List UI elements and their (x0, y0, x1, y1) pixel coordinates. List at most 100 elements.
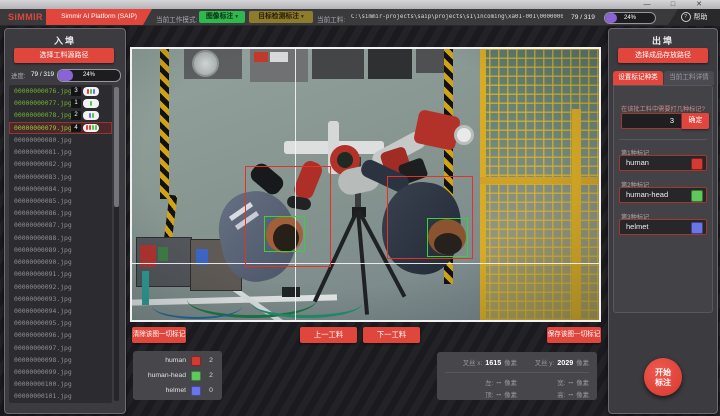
file-list-item[interactable]: 00000000089.jpg (9, 244, 112, 256)
file-name: 00000000089.jpg (14, 244, 72, 256)
file-name: 00000000093.jpg (14, 293, 72, 305)
legend-color-chip (191, 371, 201, 381)
progress-counter: 79 / 319 (31, 71, 54, 78)
file-list-item[interactable]: 00000000092.jpg (9, 281, 112, 293)
file-name: 00000000097.jpg (14, 342, 72, 354)
stat-cell: 叉丝 y:2029像素 (517, 355, 589, 370)
file-name: 00000000079.jpg (14, 122, 72, 134)
file-name: 00000000085.jpg (14, 195, 72, 207)
cursor-stats-panel: 叉丝 x:1615像素叉丝 y:2029像素 左:--像素宽:--像素顶:--像… (437, 352, 597, 400)
minimize-button[interactable]: — (636, 0, 658, 9)
stat-value: -- (568, 378, 573, 387)
file-list-item[interactable]: 00000000098.jpg (9, 354, 112, 366)
file-list-item[interactable]: 00000000100.jpg (9, 378, 112, 390)
file-annotation-count: 1 (71, 99, 81, 108)
file-list-item[interactable]: 00000000101.jpg (9, 390, 112, 402)
file-list-item[interactable]: 00000000094.jpg (9, 305, 112, 317)
file-list-item[interactable]: 00000000086.jpg (9, 207, 112, 219)
legend-class-name: human-head (133, 372, 186, 379)
file-list-item[interactable]: 00000000090.jpg (9, 256, 112, 268)
file-list-item[interactable]: 00000000080.jpg (9, 134, 112, 146)
mark-type-value: human (626, 156, 649, 170)
stat-unit: 像素 (576, 390, 589, 399)
os-titlebar: — □ ✕ (0, 0, 720, 9)
legend-class-name: human (133, 357, 186, 364)
progress-percent: 24% (58, 70, 120, 81)
divider (619, 139, 707, 140)
file-name: 00000000082.jpg (14, 158, 72, 170)
file-list-item[interactable]: 00000000093.jpg (9, 293, 112, 305)
file-list-item[interactable]: 00000000096.jpg (9, 329, 112, 341)
image-annotation-mode-dropdown[interactable]: 图像标注▾ (199, 11, 245, 23)
file-name: 00000000080.jpg (14, 134, 72, 146)
import-panel: 入埠 选择工料源路径 进度: 79 / 319 24% 00000000076.… (4, 28, 126, 414)
start-button-line1: 开始 (644, 368, 682, 378)
start-annotation-button[interactable]: 开始 标注 (644, 358, 682, 396)
file-list-item[interactable]: 00000000077.jpg1 (9, 97, 112, 109)
maximize-button[interactable]: □ (662, 0, 684, 9)
stat-value: -- (496, 378, 501, 387)
stat-value: -- (496, 390, 501, 399)
import-panel-title: 入埠 (5, 34, 125, 47)
class-legend: human2human-head2helmet0 (133, 351, 222, 400)
tab-mark-types[interactable]: 设置标记种类 (613, 71, 663, 85)
file-annotation-colors (83, 99, 99, 108)
tab-item-details[interactable]: 当前工料详情 (664, 71, 714, 85)
file-list-scrollbar-thumb[interactable] (114, 87, 119, 207)
file-name: 00000000096.jpg (14, 329, 72, 341)
mark-type-input[interactable]: helmet (619, 219, 707, 235)
stat-label: 叉丝 x: (463, 358, 483, 367)
stat-unit: 像素 (504, 390, 517, 399)
file-annotation-colors (83, 111, 99, 120)
close-button[interactable]: ✕ (688, 0, 710, 9)
bounding-box-human-head[interactable] (427, 218, 468, 257)
mode-value: 目标检测标注 (258, 13, 299, 20)
file-list-item[interactable]: 00000000088.jpg (9, 232, 112, 244)
mark-type-input[interactable]: human-head (619, 187, 707, 203)
stat-cell: 叉丝 x:1615像素 (445, 355, 517, 370)
import-progress-bar: 24% (57, 69, 121, 82)
file-list-item[interactable]: 00000000078.jpg2 (9, 109, 112, 121)
chevron-down-icon: ▾ (301, 14, 304, 20)
mark-color-chip[interactable] (691, 190, 703, 202)
mark-type-value: helmet (626, 220, 649, 234)
file-list-item[interactable]: 00000000076.jpg3 (9, 85, 112, 97)
stat-cell: 高:--像素 (517, 388, 589, 400)
select-output-path-button[interactable]: 选择成品存放路径 (618, 48, 708, 63)
mark-count-input[interactable]: 3 (621, 113, 682, 129)
file-list-item[interactable]: 00000000099.jpg (9, 366, 112, 378)
file-name: 00000000099.jpg (14, 366, 72, 378)
file-list-item[interactable]: 00000000079.jpg4 (9, 122, 112, 134)
file-annotation-count: 4 (71, 124, 81, 133)
mark-color-chip[interactable] (691, 158, 703, 170)
file-list-item[interactable]: 00000000082.jpg (9, 158, 112, 170)
app-window: — □ ✕ SiMMIR Simmir AI Platform (SAIP) 当… (0, 0, 720, 416)
detection-mode-dropdown[interactable]: 目标检测标注▾ (249, 11, 313, 23)
next-item-button[interactable]: 下一工料 (363, 327, 420, 343)
confirm-button[interactable]: 确定 (682, 113, 709, 129)
file-list-item[interactable]: 00000000083.jpg (9, 171, 112, 183)
file-name: 00000000076.jpg (14, 85, 72, 97)
file-list-item[interactable]: 00000000095.jpg (9, 317, 112, 329)
file-list-item[interactable]: 00000000085.jpg (9, 195, 112, 207)
divider (445, 372, 589, 373)
file-list-item[interactable]: 00000000081.jpg (9, 146, 112, 158)
file-list-item[interactable]: 00000000097.jpg (9, 342, 112, 354)
mark-color-chip[interactable] (691, 222, 703, 234)
file-list-item[interactable]: 00000000084.jpg (9, 183, 112, 195)
previous-item-button[interactable]: 上一工料 (300, 327, 357, 343)
file-list-item[interactable]: 00000000091.jpg (9, 268, 112, 280)
file-name: 00000000084.jpg (14, 183, 72, 195)
progress-bar: 24% (604, 12, 656, 24)
save-all-marks-button[interactable]: 保存该图一切标记 (547, 327, 601, 343)
file-list-item[interactable]: 00000000087.jpg (9, 219, 112, 231)
mark-type-input[interactable]: human (619, 155, 707, 171)
file-list[interactable]: 00000000076.jpg300000000077.jpg100000000… (9, 85, 112, 403)
annotation-canvas[interactable] (130, 47, 601, 322)
stat-label: 宽: (557, 378, 565, 387)
current-file-path: C:\simmir-projects\saip\projects\s1\inco… (351, 14, 563, 20)
clear-all-marks-button[interactable]: 清除该图一切标记 (132, 327, 186, 343)
bounding-box-human-head[interactable] (264, 216, 305, 252)
help-button[interactable]: ? 帮助 (668, 9, 720, 25)
select-source-path-button[interactable]: 选择工料源路径 (14, 48, 114, 63)
